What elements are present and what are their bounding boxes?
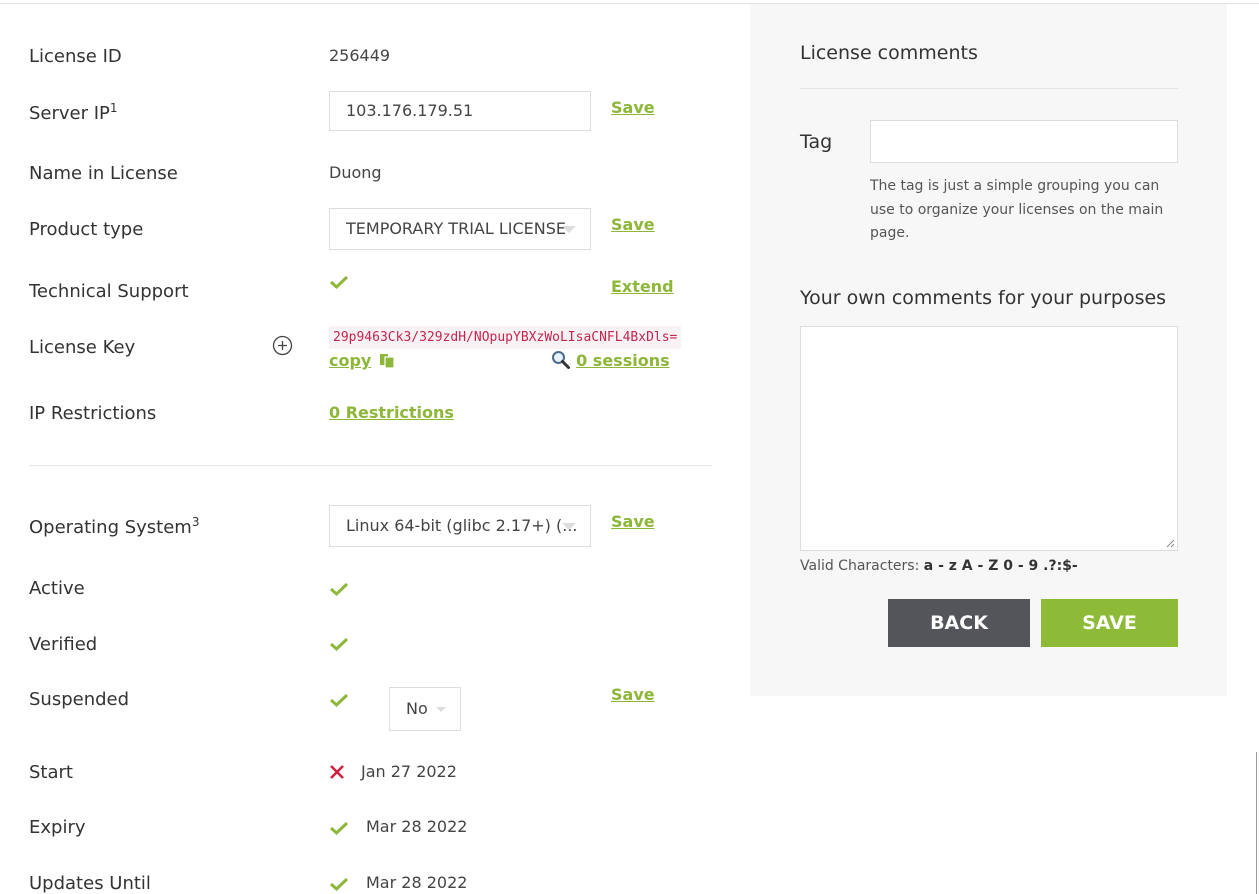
technical-support-label: Technical Support <box>29 281 189 302</box>
section-divider <box>29 465 712 466</box>
suspended-label: Suspended <box>29 689 130 710</box>
extend-support-link[interactable]: Extend <box>611 277 674 296</box>
dropdown-arrow-icon <box>436 707 446 712</box>
license-key-label: License Key <box>29 337 136 358</box>
panel-divider <box>800 88 1178 89</box>
license-comments-title: License comments <box>800 42 978 64</box>
sessions-link[interactable]: 0 sessions <box>551 350 670 370</box>
plus-circle-icon[interactable] <box>272 335 293 356</box>
suspended-select[interactable]: No <box>389 687 461 731</box>
scrollbar[interactable] <box>1256 752 1257 894</box>
name-in-license-value: Duong <box>329 163 382 182</box>
product-type-label: Product type <box>29 219 144 240</box>
footnote-ref: 3 <box>191 515 200 529</box>
license-key-code: 29p9463Ck3/329zdH/NOpupYBXzWoLIsaCNFL4Bx… <box>329 326 682 349</box>
operating-system-select[interactable]: Linux 64-bit (glibc 2.17+) (... <box>329 505 591 547</box>
server-ip-save-link[interactable]: Save <box>611 98 655 117</box>
server-ip-input[interactable]: 103.176.179.51 <box>329 91 591 131</box>
license-id-label: License ID <box>29 46 122 67</box>
footnote-ref: 1 <box>109 101 118 115</box>
suspended-save-link[interactable]: Save <box>611 685 655 704</box>
server-ip-label: Server IP1 <box>29 101 118 124</box>
check-icon <box>329 275 349 290</box>
comments-label: Your own comments for your purposes <box>800 287 1167 309</box>
check-icon <box>329 637 349 652</box>
ip-restrictions-link[interactable]: 0 Restrictions <box>329 403 454 422</box>
tag-input[interactable] <box>870 120 1178 163</box>
updates-until-date: Mar 28 2022 <box>366 873 468 892</box>
dropdown-arrow-icon <box>562 226 576 233</box>
valid-characters-note: Valid Characters: a - z A - Z 0 - 9 .?:$… <box>800 558 1078 574</box>
operating-system-label: Operating System3 <box>29 515 200 538</box>
magnifier-icon <box>552 351 570 369</box>
operating-system-save-link[interactable]: Save <box>611 512 655 531</box>
dropdown-arrow-icon <box>562 523 576 530</box>
expiry-date: Mar 28 2022 <box>366 817 468 836</box>
resize-grip-icon[interactable] <box>1166 539 1175 548</box>
valid-characters: a - z A - Z 0 - 9 .?:$- <box>923 558 1078 574</box>
operating-system-selected: Linux 64-bit (glibc 2.17+) (... <box>346 516 578 535</box>
license-id-value: 256449 <box>329 46 391 65</box>
name-in-license-label: Name in License <box>29 163 178 184</box>
copy-icon <box>380 354 396 369</box>
tag-label: Tag <box>800 131 833 153</box>
copy-key-button[interactable]: copy <box>329 351 396 370</box>
updates-until-label: Updates Until <box>29 873 151 894</box>
tag-help-text: The tag is just a simple grouping you ca… <box>870 178 1164 241</box>
check-icon <box>329 693 349 708</box>
verified-label: Verified <box>29 634 98 655</box>
back-button[interactable]: BACK <box>888 599 1030 647</box>
suspended-selected: No <box>406 699 428 718</box>
copy-link[interactable]: copy <box>329 351 371 370</box>
sessions-label[interactable]: 0 sessions <box>576 351 670 370</box>
start-label: Start <box>29 762 73 783</box>
product-type-select[interactable]: TEMPORARY TRIAL LICENSE <box>329 208 591 250</box>
comments-textarea[interactable] <box>800 326 1178 551</box>
expiry-label: Expiry <box>29 817 86 838</box>
active-label: Active <box>29 578 85 599</box>
check-icon <box>329 821 349 836</box>
product-type-selected: TEMPORARY TRIAL LICENSE <box>346 219 566 238</box>
check-icon <box>329 582 349 597</box>
check-icon <box>329 877 349 892</box>
save-button[interactable]: SAVE <box>1041 599 1178 647</box>
product-type-save-link[interactable]: Save <box>611 215 655 234</box>
start-date: Jan 27 2022 <box>361 762 457 781</box>
ip-restrictions-label: IP Restrictions <box>29 403 157 424</box>
cross-icon <box>330 765 344 779</box>
